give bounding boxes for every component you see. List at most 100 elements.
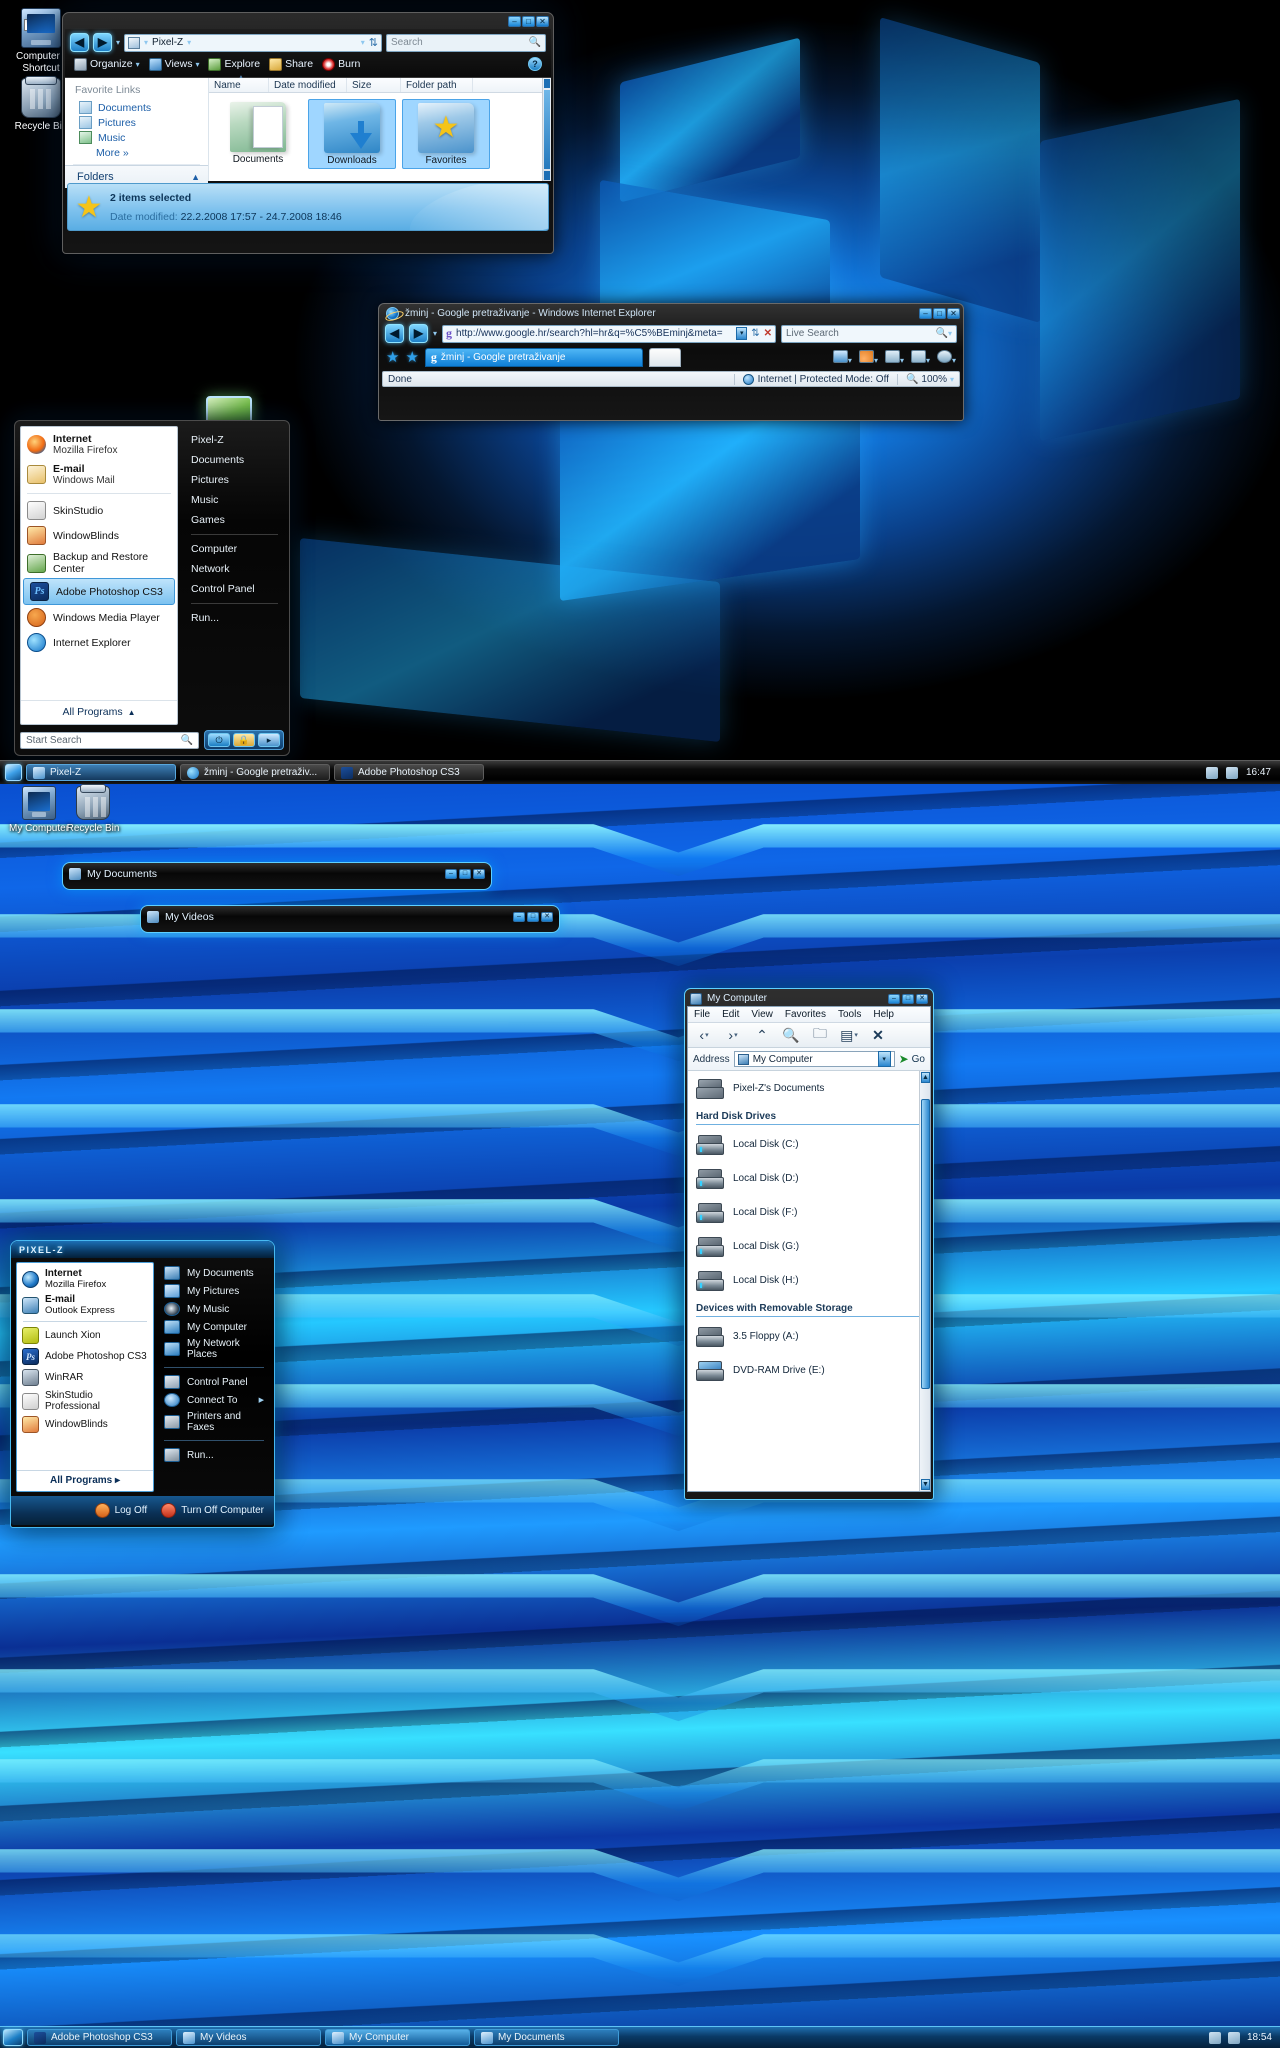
column-folder-path[interactable]: Folder path [401, 78, 473, 92]
maximize-button[interactable]: □ [933, 308, 946, 319]
window-my-documents[interactable]: My Documents – □ ✕ [62, 862, 492, 890]
xp-item-launch-xion[interactable]: Launch Xion [17, 1325, 153, 1346]
arrow-icon[interactable]: ▸ [258, 733, 280, 747]
tools-gear-icon[interactable] [936, 349, 952, 363]
window-controls[interactable]: – □ ✕ [508, 16, 549, 27]
vertical-scrollbar[interactable]: ▲ ▼ [919, 1071, 930, 1491]
file-list[interactable]: Name Date modified Size Folder path Docu… [209, 74, 542, 181]
xp-place-my-music[interactable]: My Music [160, 1300, 268, 1318]
start-item-email[interactable]: E-mail Windows Mail [21, 460, 177, 490]
xp-place-printers-and-faxes[interactable]: Printers and Faxes [160, 1409, 268, 1435]
address-dropdown-icon[interactable]: ▾ [361, 38, 365, 47]
search-input[interactable]: Search 🔍 [386, 33, 546, 52]
place-documents[interactable]: Documents [191, 450, 284, 470]
all-programs-button-xp[interactable]: All Programs ▸ [17, 1470, 153, 1488]
forward-button[interactable]: ▶ [93, 33, 112, 52]
xp-item-skinstudio[interactable]: SkinStudio Professional [17, 1388, 153, 1414]
xp-item-photoshop[interactable]: Ps Adobe Photoshop CS3 [17, 1346, 153, 1367]
menu-help[interactable]: Help [873, 1009, 894, 1020]
close-button[interactable]: ✕ [473, 868, 485, 879]
refresh-icon[interactable]: ⇅ [751, 328, 759, 339]
live-search-input[interactable]: Live Search 🔍 ▾ [781, 324, 957, 343]
menu-edit[interactable]: Edit [722, 1009, 739, 1020]
address-dropdown-icon[interactable]: ▾ [736, 327, 748, 340]
log-off-button[interactable]: Log Off [94, 1503, 147, 1518]
zoom-control[interactable]: 🔍 100% ▾ [896, 373, 954, 385]
start-item-skinstudio[interactable]: SkinStudio [21, 498, 177, 523]
close-button[interactable]: ✕ [536, 16, 549, 27]
window-controls[interactable]: – □ ✕ [445, 868, 485, 879]
close-button[interactable]: ✕ [916, 993, 928, 1004]
xp-place-my-computer[interactable]: My Computer [160, 1318, 268, 1336]
xp-item-winrar[interactable]: WinRAR [17, 1367, 153, 1388]
breadcrumb-chevron-icon[interactable]: ▾ [187, 38, 191, 47]
file-tile-downloads[interactable]: Downloads [308, 99, 396, 169]
chevron-down-icon[interactable]: ▾ [950, 375, 954, 384]
start-menu-xp[interactable]: PIXEL-Z Internet Mozilla Firefox E-mail Ou… [10, 1240, 275, 1528]
start-item-media-player[interactable]: Windows Media Player [21, 605, 177, 630]
place-run[interactable]: Run... [191, 608, 284, 628]
maximize-button[interactable]: □ [522, 16, 535, 27]
chevron-down-icon[interactable]: ▾ [900, 356, 904, 365]
address-bar[interactable]: ▾ Pixel-Z ▾ ▾ ⇅ [124, 33, 382, 52]
title-bar[interactable]: My Documents – □ ✕ [65, 865, 489, 882]
power-icon[interactable]: ⏻ [208, 733, 230, 747]
menu-file[interactable]: File [694, 1009, 710, 1020]
all-programs-button[interactable]: All Programs ▲ [21, 700, 177, 721]
taskbar-item-my-computer[interactable]: My Computer [325, 2029, 470, 2046]
taskbar-item-my-documents[interactable]: My Documents [474, 2029, 619, 2046]
list-item-drive-d[interactable]: Local Disk (D:) [688, 1161, 930, 1195]
close-button[interactable]: ✕ [541, 911, 553, 922]
xp-place-connect-to[interactable]: Connect To ▶ [160, 1391, 268, 1409]
list-item-documents[interactable]: Pixel-Z's Documents [688, 1071, 930, 1105]
new-tab-button[interactable] [648, 348, 681, 367]
chevron-down-icon[interactable]: ▾ [136, 60, 140, 69]
chevron-down-icon[interactable]: ▾ [926, 356, 930, 365]
minimize-button[interactable]: – [919, 308, 932, 319]
back-button[interactable]: ◀ [385, 324, 404, 343]
home-icon[interactable] [832, 349, 848, 363]
stop-icon[interactable]: ✕ [764, 328, 772, 339]
start-item-backup[interactable]: Backup and Restore Center [21, 548, 177, 578]
start-item-windowblinds[interactable]: WindowBlinds [21, 523, 177, 548]
volume-icon[interactable] [1227, 2031, 1240, 2044]
turn-off-computer-button[interactable]: Turn Off Computer [161, 1503, 264, 1518]
back-icon[interactable]: ‹ ▾ [694, 1026, 714, 1044]
folders-icon[interactable]: 🗀 [810, 1025, 830, 1044]
list-item-drive-h[interactable]: Local Disk (H:) [688, 1263, 930, 1297]
start-search-input[interactable]: Start Search 🔍 [20, 731, 199, 749]
minimize-button[interactable]: – [513, 911, 525, 922]
place-music[interactable]: Music [191, 490, 284, 510]
place-games[interactable]: Games [191, 510, 284, 530]
delete-icon[interactable]: ✕ [868, 1026, 888, 1044]
scroll-thumb[interactable] [921, 1099, 930, 1389]
column-size[interactable]: Size [347, 78, 401, 92]
chevron-down-icon[interactable]: ▾ [874, 356, 878, 365]
scroll-up-button[interactable] [544, 79, 550, 88]
start-button-xp[interactable] [3, 2029, 23, 2046]
list-item-drive-g[interactable]: Local Disk (G:) [688, 1229, 930, 1263]
start-item-internet-explorer[interactable]: Internet Explorer [21, 630, 177, 655]
network-icon[interactable] [1208, 2031, 1221, 2044]
start-item-photoshop[interactable]: Ps Adobe Photoshop CS3 [23, 578, 175, 606]
history-chevron-down-icon[interactable]: ▾ [433, 329, 437, 338]
taskbar-item-my-videos[interactable]: My Videos [176, 2029, 321, 2046]
start-item-internet[interactable]: Internet Mozilla Firefox [21, 430, 177, 460]
window-controls[interactable]: – □ ✕ [888, 993, 928, 1004]
taskbar-item-pixel-z[interactable]: Pixel-Z [26, 764, 176, 781]
taskbar-vista[interactable]: Pixel-Z žminj - Google pretraživ... Adob… [0, 760, 1280, 784]
list-item-drive-f[interactable]: Local Disk (F:) [688, 1195, 930, 1229]
scroll-down-button[interactable] [544, 171, 550, 180]
views-button[interactable]: Views ▾ [148, 57, 199, 71]
list-item-floppy-a[interactable]: 3.5 Floppy (A:) [688, 1319, 930, 1353]
start-button-vista[interactable] [5, 764, 22, 781]
xp-item-windowblinds[interactable]: WindowBlinds [17, 1414, 153, 1435]
xp-place-my-documents[interactable]: My Documents [160, 1264, 268, 1282]
file-tile-documents[interactable]: Documents [214, 99, 302, 169]
clock[interactable]: 16:47 [1246, 767, 1271, 778]
close-button[interactable]: ✕ [947, 308, 960, 319]
views-icon[interactable]: ▤ ▾ [839, 1026, 859, 1044]
favorite-link-music[interactable]: Music [65, 130, 208, 145]
window-my-videos[interactable]: My Videos – □ ✕ [140, 905, 560, 933]
favorite-link-documents[interactable]: Documents [65, 100, 208, 115]
